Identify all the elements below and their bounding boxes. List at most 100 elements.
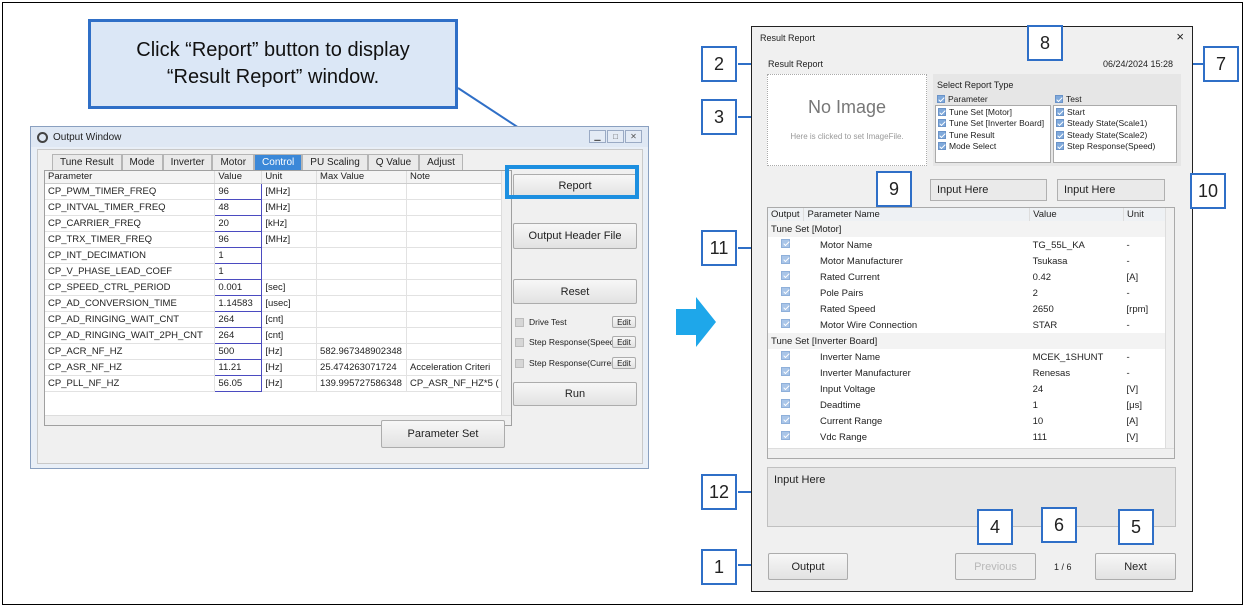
test-item-step-speed[interactable]: Step Response(Speed) (1054, 141, 1176, 153)
table-row[interactable]: CP_SPEED_CTRL_PERIOD 0.001 [sec] (45, 278, 505, 296)
output-checkbox[interactable] (768, 285, 804, 301)
table-row[interactable]: Deadtime 1 [μs] (768, 397, 1166, 413)
drive-test-edit-button[interactable]: Edit (612, 316, 636, 328)
output-checkbox[interactable] (768, 365, 804, 381)
tab-motor[interactable]: Motor (212, 154, 255, 170)
input-left[interactable]: Input Here (930, 179, 1047, 201)
param-item-mode-select[interactable]: Mode Select (936, 141, 1050, 153)
report-grid-horizontal-scrollbar[interactable] (768, 448, 1174, 458)
input-right[interactable]: Input Here (1057, 179, 1165, 201)
step-speed-checkbox[interactable] (515, 338, 524, 347)
callout-number-9: 9 (876, 171, 912, 207)
tab-bar: Tune Result Mode Inverter Motor Control … (52, 154, 463, 170)
image-area[interactable]: No Image Here is clicked to set ImageFil… (767, 74, 927, 166)
parameter-set-button[interactable]: Parameter Set (381, 420, 505, 448)
step-speed-edit-button[interactable]: Edit (612, 336, 636, 348)
value-cell[interactable]: 0.001 (214, 278, 263, 296)
table-row[interactable]: CP_AD_RINGING_WAIT_2PH_CNT 264 [cnt] (45, 326, 505, 344)
param-item-tune-set-inverter[interactable]: Tune Set [Inverter Board] (936, 118, 1050, 130)
output-checkbox[interactable] (768, 301, 804, 317)
value-cell[interactable]: 20 (214, 214, 263, 232)
output-checkbox[interactable] (768, 429, 804, 445)
table-row[interactable]: CP_ACR_NF_HZ 500 [Hz] 582.967348902348 (45, 342, 505, 360)
tab-mode[interactable]: Mode (121, 154, 163, 170)
step-current-checkbox[interactable] (515, 359, 524, 368)
table-row[interactable]: CP_CARRIER_FREQ 20 [kHz] (45, 214, 505, 232)
unit-cell: - (1126, 239, 1130, 251)
checkbox-icon (938, 107, 946, 116)
test-item-start[interactable]: Start (1054, 106, 1176, 118)
table-row[interactable]: CP_PLL_NF_HZ 56.05 [Hz] 139.995727586348 CP_… (45, 374, 505, 392)
value-cell[interactable]: 56.05 (214, 374, 263, 392)
output-checkbox[interactable] (768, 397, 804, 413)
table-row[interactable]: Inverter Manufacturer Renesas - (768, 365, 1166, 381)
output-button[interactable]: Output (768, 553, 848, 580)
table-row[interactable]: Motor Manufacturer Tsukasa - (768, 253, 1166, 269)
step-current-edit-button[interactable]: Edit (612, 357, 636, 369)
output-checkbox[interactable] (768, 381, 804, 397)
value-cell[interactable]: 1.14583 (214, 294, 263, 312)
output-header-file-button[interactable]: Output Header File (513, 223, 637, 249)
parameter-group-checkbox[interactable]: Parameter (935, 93, 988, 105)
table-row[interactable]: CP_INTVAL_TIMER_FREQ 48 [MHz] (45, 198, 505, 216)
table-row[interactable]: Rated Current 0.42 [A] (768, 269, 1166, 285)
value-cell[interactable]: 500 (214, 342, 263, 360)
table-row[interactable]: Input Voltage 24 [V] (768, 381, 1166, 397)
table-row[interactable]: CP_AD_RINGING_WAIT_CNT 264 [cnt] (45, 310, 505, 328)
checkbox-icon (781, 303, 791, 312)
table-row[interactable]: CP_ASR_NF_HZ 11.21 [Hz] 25.474263071724 Acce… (45, 358, 505, 376)
comment-input[interactable]: Input Here (767, 467, 1176, 527)
output-checkbox[interactable] (768, 349, 804, 365)
output-checkbox[interactable] (768, 317, 804, 333)
param-item-tune-result[interactable]: Tune Result (936, 129, 1050, 141)
table-row[interactable]: CP_V_PHASE_LEAD_COEF 1 (45, 262, 505, 280)
tab-pu-scaling[interactable]: PU Scaling (302, 154, 368, 170)
table-row[interactable]: Motor Name TG_55L_KA - (768, 237, 1166, 253)
tab-inverter[interactable]: Inverter (162, 154, 213, 170)
value-cell[interactable]: 264 (214, 310, 263, 328)
checkbox-icon (781, 239, 791, 248)
minimize-icon[interactable]: ▁ (589, 130, 606, 143)
table-row[interactable]: Pole Pairs 2 - (768, 285, 1166, 301)
report-grid-vertical-scrollbar[interactable] (1165, 208, 1174, 458)
tab-q-value[interactable]: Q Value (367, 154, 420, 170)
drive-test-checkbox[interactable] (515, 318, 524, 327)
tab-tune-result[interactable]: Tune Result (52, 154, 122, 170)
test-item-steady-2[interactable]: Steady State(Scale2) (1054, 129, 1176, 141)
value-cell[interactable]: 11.21 (214, 358, 263, 376)
output-checkbox[interactable] (768, 269, 804, 285)
table-row[interactable]: CP_TRX_TIMER_FREQ 96 [MHz] (45, 230, 505, 248)
param-item-tune-set-motor[interactable]: Tune Set [Motor] (936, 106, 1050, 118)
next-button[interactable]: Next (1095, 553, 1176, 580)
previous-button[interactable]: Previous (955, 553, 1036, 580)
note-cell (406, 183, 505, 200)
run-button[interactable]: Run (513, 382, 637, 406)
value-cell[interactable]: 48 (214, 198, 263, 216)
table-row[interactable]: Rated Speed 2650 [rpm] (768, 301, 1166, 317)
close-icon[interactable]: ✕ (625, 130, 642, 143)
test-item-steady-1[interactable]: Steady State(Scale1) (1054, 118, 1176, 130)
tab-adjust[interactable]: Adjust (419, 154, 463, 170)
close-icon[interactable]: × (1176, 29, 1184, 44)
output-checkbox[interactable] (768, 237, 804, 253)
tab-control[interactable]: Control (254, 154, 303, 170)
test-item-label: Steady State(Scale1) (1067, 118, 1148, 129)
table-row[interactable]: CP_AD_CONVERSION_TIME 1.14583 [usec] (45, 294, 505, 312)
table-row[interactable]: Current Range 10 [A] (768, 413, 1166, 429)
value-cell[interactable]: 96 (214, 182, 263, 200)
grid-vertical-scrollbar[interactable] (501, 171, 511, 425)
output-checkbox[interactable] (768, 413, 804, 429)
test-group-checkbox[interactable]: Test (1053, 93, 1082, 105)
table-row[interactable]: CP_PWM_TIMER_FREQ 96 [MHz] (45, 182, 505, 200)
maximize-icon[interactable]: □ (607, 130, 624, 143)
table-row[interactable]: CP_INT_DECIMATION 1 (45, 246, 505, 264)
table-row[interactable]: Motor Wire Connection STAR - (768, 317, 1166, 333)
table-row[interactable]: Inverter Name MCEK_1SHUNT - (768, 349, 1166, 365)
table-row[interactable]: Vdc Range 111 [V] (768, 429, 1166, 445)
output-checkbox[interactable] (768, 253, 804, 269)
reset-button[interactable]: Reset (513, 279, 637, 304)
value-cell[interactable]: 96 (214, 230, 263, 248)
value-cell[interactable]: 264 (214, 326, 263, 344)
value-cell[interactable]: 1 (214, 262, 263, 280)
value-cell[interactable]: 1 (214, 246, 263, 264)
